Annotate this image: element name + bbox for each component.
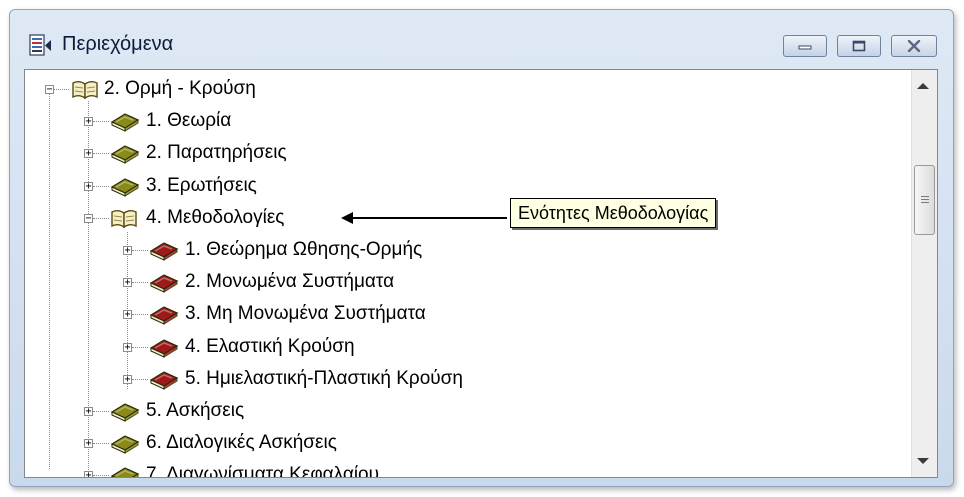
tree-connector <box>93 185 109 187</box>
tree-item-label[interactable]: 3. Ερωτήσεις <box>146 175 257 197</box>
methodology-callout: Ενότητες Μεθοδολογίας <box>510 198 717 228</box>
tree-connector <box>93 217 109 219</box>
contents-app-icon[interactable] <box>29 34 52 57</box>
expand-toggle[interactable]: + <box>123 246 132 256</box>
tree-item-label[interactable]: 1. Θεώρημα Ωθησης-Ορμής <box>185 239 422 261</box>
expand-toggle[interactable]: + <box>84 149 93 159</box>
closed-book-icon <box>110 142 140 169</box>
closed-book-icon <box>149 303 179 330</box>
contents-window: Περιεχόμενα − 2. Ορμή - Κρούση + 1. Θεωρ… <box>9 9 954 487</box>
vertical-scrollbar[interactable] <box>911 70 937 477</box>
collapse-toggle[interactable]: − <box>45 85 54 95</box>
tree-item-label[interactable]: 5. Ασκήσεις <box>146 400 244 422</box>
tree-item-label[interactable]: 5. Ημιελαστική-Πλαστική Κρούση <box>185 368 463 390</box>
closed-book-icon <box>110 400 140 427</box>
tree-connector <box>132 282 148 284</box>
tree-connector <box>93 443 109 445</box>
tree-connector <box>132 378 148 380</box>
closed-book-icon <box>149 336 179 363</box>
open-book-icon <box>72 81 98 100</box>
callout-arrow <box>341 212 507 224</box>
expand-toggle[interactable]: + <box>123 310 132 320</box>
closed-book-icon <box>110 175 140 202</box>
scroll-down-icon[interactable] <box>917 458 929 464</box>
tree-connector <box>132 346 148 348</box>
tree-item-label[interactable]: 1. Θεωρία <box>146 110 231 132</box>
close-icon <box>907 40 921 52</box>
title-bar[interactable]: Περιεχόμενα <box>10 10 953 66</box>
expand-toggle[interactable]: + <box>84 439 93 449</box>
tree-connector <box>93 475 109 477</box>
closed-book-icon <box>110 110 140 137</box>
closed-book-icon <box>149 239 179 266</box>
open-book-icon <box>110 207 138 234</box>
tree-connector <box>93 121 109 123</box>
tree-item-label[interactable]: 7. Διαγωνίσματα Κεφαλαίου <box>146 464 379 477</box>
expand-toggle[interactable]: + <box>123 278 132 288</box>
closed-book-icon <box>110 432 140 459</box>
tree-connector <box>93 411 109 412</box>
tree-connector <box>132 314 148 316</box>
closed-book-icon <box>149 368 179 395</box>
scroll-thumb[interactable] <box>914 165 935 235</box>
collapse-toggle[interactable]: − <box>84 213 93 223</box>
expand-toggle[interactable]: + <box>84 117 93 127</box>
close-button[interactable] <box>891 35 937 57</box>
window-title: Περιεχόμενα <box>62 33 174 55</box>
expand-toggle[interactable]: + <box>123 342 132 352</box>
minimize-icon <box>798 45 812 50</box>
tree-item-label[interactable]: 2. Παρατηρήσεις <box>146 142 287 164</box>
expand-toggle[interactable]: + <box>84 407 93 417</box>
tree-item-label[interactable]: 4. Ελαστική Κρούση <box>185 336 355 358</box>
closed-book-icon <box>149 271 179 298</box>
scroll-up-icon[interactable] <box>917 83 929 89</box>
tree-panel: − 2. Ορμή - Κρούση +1. Θεωρία +2. Παρατηρ… <box>24 69 938 478</box>
tree-item-label[interactable]: 3. Μη Μονωμένα Συστήματα <box>185 303 426 325</box>
tree-connector <box>132 250 148 251</box>
tree-item-label[interactable]: 4. Μεθοδολογίες <box>146 207 284 229</box>
tree-item-label[interactable]: 2. Μονωμένα Συστήματα <box>185 271 394 293</box>
maximize-button[interactable] <box>837 35 881 57</box>
contents-tree: − 2. Ορμή - Κρούση +1. Θεωρία +2. Παρατηρ… <box>25 70 910 477</box>
tree-connector <box>49 89 50 469</box>
closed-book-icon <box>110 464 140 477</box>
tree-item-label[interactable]: 6. Διαλογικές Ασκήσεις <box>146 432 337 454</box>
expand-toggle[interactable]: + <box>84 181 93 191</box>
minimize-button[interactable] <box>783 35 827 57</box>
maximize-icon <box>852 40 866 52</box>
expand-toggle[interactable]: + <box>123 374 132 384</box>
callout-text: Ενότητες Μεθοδολογίας <box>518 203 709 223</box>
tree-connector <box>54 89 69 90</box>
tree-connector <box>93 153 109 155</box>
expand-toggle[interactable]: + <box>84 471 93 477</box>
tree-item-root[interactable]: 2. Ορμή - Κρούση <box>104 78 256 100</box>
